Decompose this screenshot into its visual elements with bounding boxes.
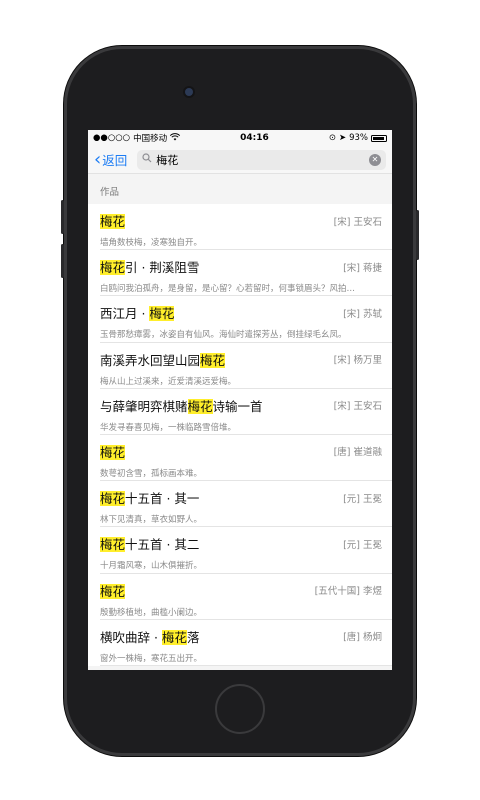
poem-excerpt: 玉骨那愁瘴雾，冰姿自有仙风。海仙时遣探芳丛，倒挂绿毛幺凤。	[100, 330, 347, 341]
poem-author: [唐] 杨炯	[343, 632, 382, 644]
poem-title: 梅花十五首 · 其一	[100, 491, 200, 507]
poem-excerpt: 白鸥问我泊孤舟，是身留，是心留？心若留时，何事锁眉头？风拍…	[100, 284, 356, 295]
power-button	[416, 210, 419, 260]
back-label: 返回	[102, 153, 128, 168]
list-item[interactable]: 南溪弄水回望山园梅花 [宋] 杨万里 梅从山上过溪来，近爱清溪远爱梅。	[88, 343, 392, 389]
poem-title: 与薛肇明弈棋赌梅花诗输一首	[100, 398, 263, 414]
poem-author: [元] 王冕	[343, 539, 382, 551]
wifi-icon	[170, 132, 181, 144]
list-item[interactable]: 梅花 [宋] 王安石 墙角数枝梅，凌寒独自开。	[88, 204, 392, 251]
poem-excerpt: 殷勤移植地，曲槛小阑边。	[100, 607, 203, 618]
poem-excerpt: 墙角数枝梅，凌寒独自开。	[100, 238, 203, 248]
section-header: 作品	[100, 187, 120, 198]
poem-excerpt: 数萼初含雪，孤标画本难。	[100, 468, 203, 479]
poem-title: 南溪弄水回望山园梅花	[100, 352, 226, 368]
list-item[interactable]: 梅花十五首 · 其一 [元] 王冕 林下见清真，草衣如野人。	[88, 481, 392, 528]
poem-author: [宋] 王安石	[333, 216, 382, 228]
volume-button	[61, 200, 64, 234]
list-item[interactable]: 梅花十五首 · 其二 [元] 王冕 十月霜风寒，山木俱摧折。	[88, 527, 392, 574]
poem-title: 梅花	[100, 583, 126, 599]
poem-excerpt: 梅从山上过溪来，近爱清溪远爱梅。	[100, 376, 237, 387]
list-item[interactable]: 横吹曲辞 · 梅花落 [唐] 杨炯 窗外一株梅，寒花五出开。	[88, 620, 392, 667]
search-bar[interactable]: ✕	[137, 149, 386, 170]
poem-excerpt: 华发寻春喜见梅，一株临路雪倍堆。	[100, 422, 237, 433]
carrier-label: 中国移动	[133, 134, 168, 144]
status-bar: ●●○○○ 中国移动 04:16 ⊙ ➤ 93%	[88, 130, 392, 146]
search-icon	[142, 153, 152, 166]
poem-excerpt: 窗外一株梅，寒花五出开。	[100, 653, 203, 664]
screen: ●●○○○ 中国移动 04:16 ⊙ ➤ 93% ‹ 返回 ✕ 作品	[88, 130, 392, 670]
poem-excerpt: 十月霜风寒，山木俱摧折。	[100, 561, 203, 572]
poem-author: [元] 王冕	[343, 493, 382, 505]
poem-author: [宋] 蒋捷	[343, 262, 382, 274]
battery-icon	[370, 134, 387, 142]
status-time: 04:16	[240, 133, 269, 143]
poem-author: [宋] 杨万里	[333, 355, 382, 367]
back-button[interactable]: ‹ 返回	[94, 150, 127, 169]
chevron-left-icon: ‹	[94, 148, 102, 170]
volume-button	[61, 244, 64, 278]
list-item[interactable]: 梅花 [唐] 崔道融 数萼初含雪，孤标画本难。	[88, 435, 392, 482]
home-button[interactable]	[215, 684, 265, 734]
poem-excerpt: 林下见清真，草衣如野人。	[100, 515, 203, 526]
results-list: 梅花 [宋] 王安石 墙角数枝梅，凌寒独自开。 梅花引 · 荆溪阻雪 [宋] 蒋…	[88, 204, 392, 667]
list-item[interactable]: 梅花引 · 荆溪阻雪 [宋] 蒋捷 白鸥问我泊孤舟，是身留，是心留？心若留时，何…	[88, 250, 392, 297]
poem-author: [宋] 苏轼	[343, 308, 382, 320]
poem-author: [唐] 崔道融	[333, 447, 382, 459]
poem-title: 梅花十五首 · 其二	[100, 537, 200, 553]
nav-bar: ‹ 返回 ✕	[88, 146, 392, 174]
poem-title: 梅花	[100, 444, 126, 460]
battery-percent: 93%	[349, 133, 368, 143]
poem-title: 横吹曲辞 · 梅花落	[100, 629, 200, 645]
camera-icon	[185, 88, 193, 96]
search-input[interactable]	[156, 153, 369, 166]
signal-icon: ●●○○○	[93, 133, 131, 143]
poem-author: [五代十国] 李煜	[314, 586, 382, 597]
list-item[interactable]: 与薛肇明弈棋赌梅花诗输一首 [宋] 王安石 华发寻春喜见梅，一株临路雪倍堆。	[88, 389, 392, 436]
rotation-lock-icon: ⊙	[328, 133, 336, 143]
location-icon: ➤	[338, 133, 347, 143]
poem-title: 西江月 · 梅花	[100, 306, 175, 322]
list-item[interactable]: 西江月 · 梅花 [宋] 苏轼 玉骨那愁瘴雾，冰姿自有仙风。海仙时遣探芳丛，倒挂…	[88, 296, 392, 343]
poem-title: 梅花	[100, 214, 126, 229]
clear-icon[interactable]: ✕	[369, 153, 381, 166]
poem-title: 梅花引 · 荆溪阻雪	[100, 260, 200, 276]
poem-author: [宋] 王安石	[333, 401, 382, 413]
list-item[interactable]: 梅花 [五代十国] 李煜 殷勤移植地，曲槛小阑边。	[88, 574, 392, 620]
